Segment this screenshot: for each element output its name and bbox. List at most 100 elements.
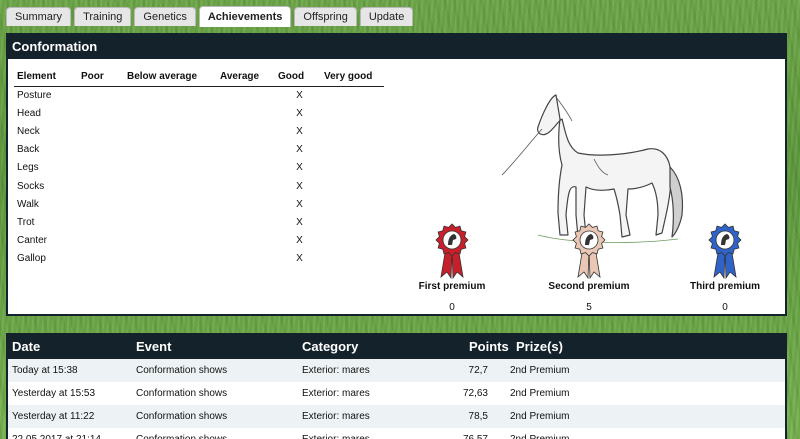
conformation-cell-average	[217, 104, 275, 122]
conformation-cell-poor	[78, 104, 124, 122]
conformation-row-socks: Socks X	[14, 177, 384, 195]
column-header-good: Good	[275, 68, 321, 87]
show-cell-category: Exterior: mares	[302, 428, 370, 439]
conformation-cell-good: X	[296, 107, 303, 119]
conformation-cell-poor	[78, 195, 124, 213]
conformation-cell-poor	[78, 250, 124, 268]
conformation-cell-very-good	[321, 141, 384, 159]
third-premium: Third premium 0	[670, 223, 780, 313]
conformation-element-label: Neck	[17, 125, 40, 137]
show-row: Yesterday at 11:22 Conformation shows Exte…	[8, 405, 785, 428]
conformation-header-row: Element Poor Below average Average Good …	[14, 68, 384, 87]
conformation-cell-good: X	[296, 125, 303, 137]
third-premium-count: 0	[722, 302, 728, 313]
conformation-cell-below-average	[124, 195, 217, 213]
conformation-row-legs: Legs X	[14, 159, 384, 177]
conformation-cell-very-good	[321, 195, 384, 213]
show-cell-event: Conformation shows	[136, 411, 228, 422]
tab-update[interactable]: Update	[359, 7, 414, 26]
show-cell-date: 22.05.2017 at 21:14	[12, 428, 101, 439]
conformation-row-trot: Trot X	[14, 213, 384, 231]
show-cell-date: Yesterday at 11:22	[12, 411, 95, 422]
conformation-cell-average	[217, 86, 275, 104]
show-cell-date: Today at 15:38	[12, 365, 78, 376]
conformation-element-label: Walk	[17, 198, 39, 210]
conformation-row-posture: Posture X	[14, 86, 384, 104]
conformation-cell-good: X	[296, 253, 303, 265]
tab-training[interactable]: Training	[74, 7, 132, 26]
column-header-element: Element	[14, 68, 78, 87]
conformation-cell-below-average	[124, 122, 217, 140]
conformation-cell-average	[217, 122, 275, 140]
conformation-cell-below-average	[124, 213, 217, 231]
column-header-average: Average	[217, 68, 275, 87]
conformation-panel: Conformation Element Poor Below average …	[6, 33, 787, 316]
tab-summary[interactable]: Summary	[6, 7, 72, 26]
conformation-cell-good: X	[296, 162, 303, 174]
conformation-row-back: Back X	[14, 141, 384, 159]
tab-offspring[interactable]: Offspring	[294, 7, 357, 26]
show-cell-event: Conformation shows	[136, 365, 228, 376]
show-cell-prize: 2nd Premium	[510, 365, 570, 376]
first-premium: First premium 0	[397, 223, 507, 313]
conformation-cell-very-good	[321, 122, 384, 140]
conformation-cell-good: X	[296, 180, 303, 192]
conformation-title: Conformation	[8, 35, 785, 59]
show-row: Yesterday at 15:53 Conformation shows Exte…	[8, 382, 785, 405]
column-header-event: Event	[136, 339, 172, 354]
conformation-cell-below-average	[124, 104, 217, 122]
first-premium-ribbon-icon	[435, 223, 469, 279]
show-cell-category: Exterior: mares	[302, 388, 370, 399]
conformation-row-head: Head X	[14, 104, 384, 122]
conformation-cell-below-average	[124, 86, 217, 104]
conformation-row-neck: Neck X	[14, 122, 384, 140]
conformation-cell-very-good	[321, 159, 384, 177]
tab-bar: Summary Training Genetics Achievements O…	[6, 6, 414, 27]
conformation-element-label: Canter	[17, 235, 48, 247]
conformation-cell-very-good	[321, 250, 384, 268]
conformation-cell-below-average	[124, 250, 217, 268]
show-cell-points: 72,63	[462, 388, 488, 399]
conformation-element-label: Legs	[17, 162, 39, 174]
conformation-row-gallop: Gallop X	[14, 250, 384, 268]
conformation-cell-average	[217, 250, 275, 268]
column-header-poor: Poor	[78, 68, 124, 87]
conformation-cell-average	[217, 195, 275, 213]
first-premium-label: First premium	[418, 281, 486, 292]
conformation-cell-very-good	[321, 104, 384, 122]
premiums-section: First premium 0 Second premium 5 Third p…	[396, 223, 786, 313]
conformation-cell-below-average	[124, 159, 217, 177]
conformation-element-label: Posture	[17, 89, 52, 101]
tab-achievements[interactable]: Achievements	[198, 6, 292, 27]
show-cell-category: Exterior: mares	[302, 365, 370, 376]
conformation-element-label: Head	[17, 107, 41, 119]
conformation-row-canter: Canter X	[14, 232, 384, 250]
conformation-cell-good: X	[296, 89, 303, 101]
conformation-cell-average	[217, 177, 275, 195]
column-header-date: Date	[12, 339, 41, 354]
conformation-cell-poor	[78, 86, 124, 104]
conformation-cell-below-average	[124, 232, 217, 250]
conformation-cell-poor	[78, 122, 124, 140]
show-cell-points: 72,7	[468, 365, 488, 376]
tab-genetics[interactable]: Genetics	[134, 7, 196, 26]
conformation-element-label: Back	[17, 144, 40, 156]
conformation-cell-very-good	[321, 86, 384, 104]
first-premium-count: 0	[449, 302, 455, 313]
conformation-element-label: Trot	[17, 216, 35, 228]
show-cell-date: Yesterday at 15:53	[12, 388, 96, 399]
conformation-element-label: Socks	[17, 180, 45, 192]
column-header-prizes: Prize(s)	[516, 339, 563, 354]
shows-header-row: Date Event Category Points Prize(s)	[8, 335, 785, 359]
conformation-cell-below-average	[124, 141, 217, 159]
second-premium-ribbon-icon	[572, 223, 606, 279]
conformation-cell-poor	[78, 141, 124, 159]
conformation-cell-poor	[78, 159, 124, 177]
show-cell-category: Exterior: mares	[302, 411, 370, 422]
conformation-cell-below-average	[124, 177, 217, 195]
show-cell-event: Conformation shows	[136, 428, 227, 439]
conformation-cell-very-good	[321, 232, 384, 250]
conformation-cell-very-good	[321, 213, 384, 231]
conformation-cell-good: X	[296, 198, 303, 210]
column-header-category: Category	[302, 339, 359, 354]
